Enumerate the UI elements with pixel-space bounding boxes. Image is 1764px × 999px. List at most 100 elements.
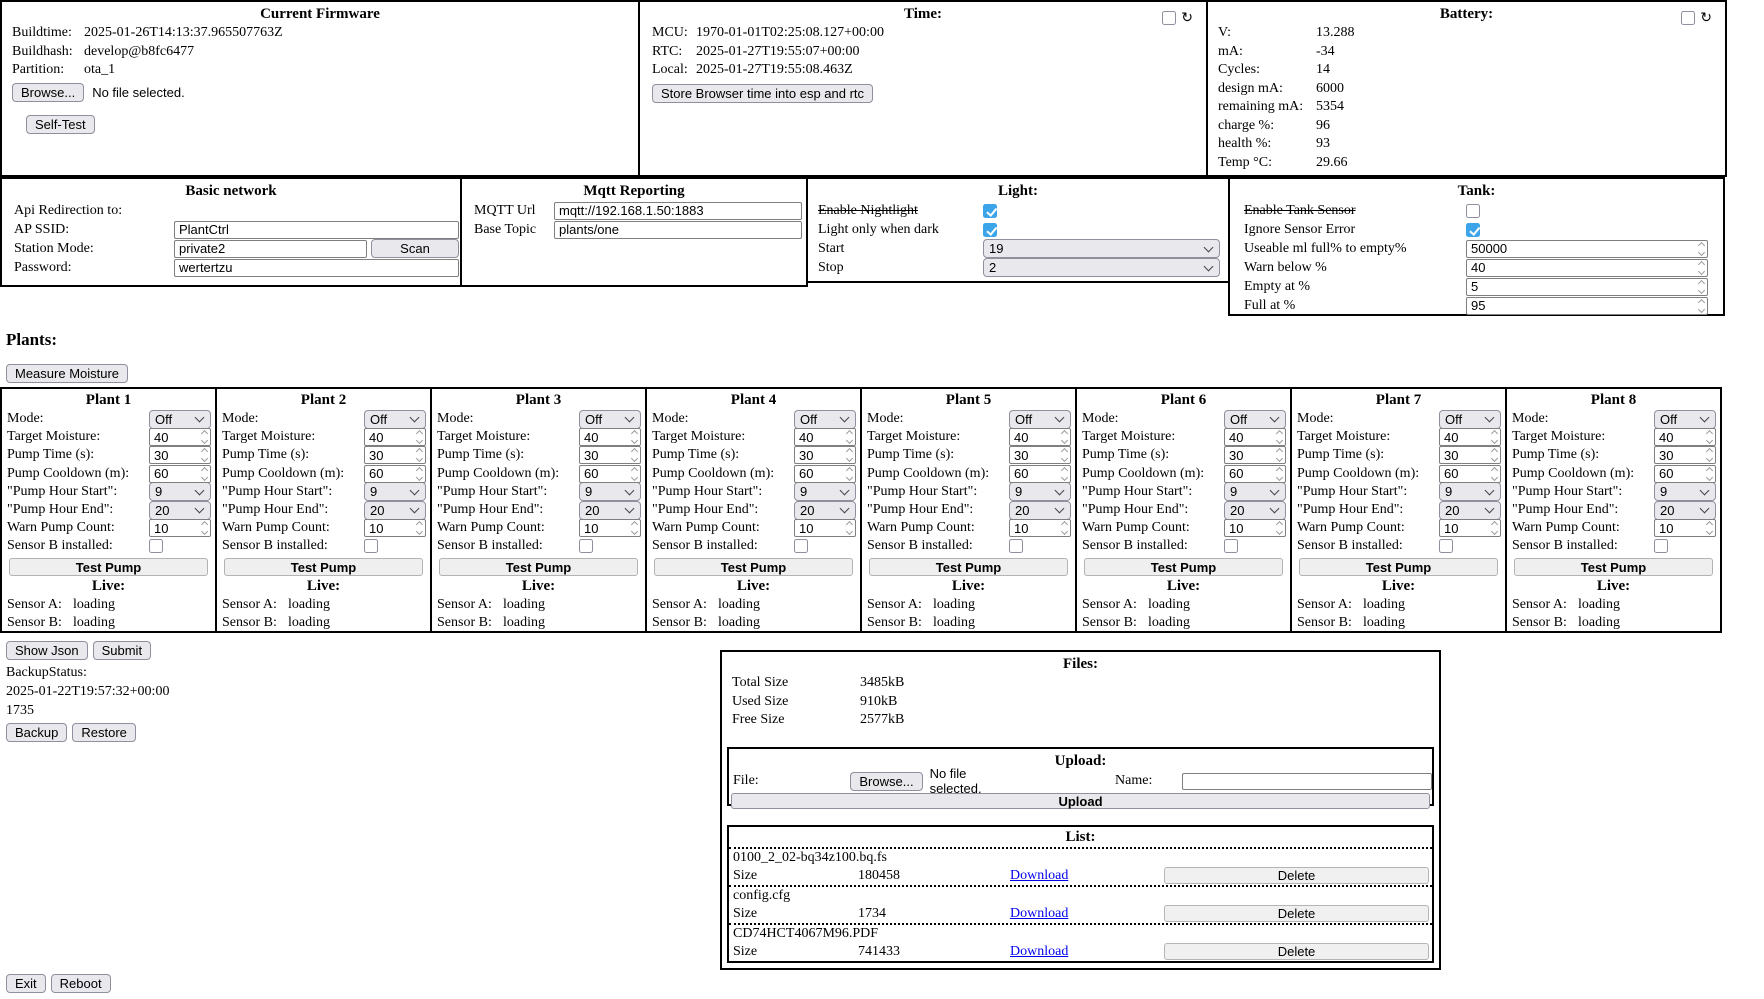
plant-target-input[interactable]	[364, 428, 426, 446]
spinner-icon[interactable]	[1707, 522, 1712, 534]
test-pump-button[interactable]: Test Pump	[869, 558, 1068, 576]
password-input[interactable]	[174, 259, 459, 277]
plant-target-input[interactable]	[579, 428, 641, 446]
plant-cooldown-input[interactable]	[579, 465, 641, 483]
plant-pump-time-input[interactable]	[1654, 446, 1716, 464]
tank-ignore-checkbox[interactable]	[1466, 223, 1480, 237]
tank-number-input[interactable]	[1466, 259, 1708, 277]
plant-warn-input[interactable]	[579, 519, 641, 537]
spinner-icon[interactable]	[1062, 449, 1067, 461]
spinner-icon[interactable]	[1062, 468, 1067, 480]
plant-hour-start-select[interactable]: 9	[149, 482, 211, 501]
plant-sensor-b-checkbox[interactable]	[364, 539, 378, 553]
refresh-icon[interactable]: ↻	[1181, 11, 1193, 25]
plant-mode-select[interactable]: Off	[364, 410, 426, 429]
plant-warn-input[interactable]	[1654, 519, 1716, 537]
spinner-icon[interactable]	[202, 449, 207, 461]
nightlight-checkbox[interactable]	[983, 204, 997, 218]
spinner-icon[interactable]	[1492, 468, 1497, 480]
plant-pump-time-input[interactable]	[794, 446, 856, 464]
upload-name-input[interactable]	[1182, 773, 1432, 790]
spinner-icon[interactable]	[1492, 522, 1497, 534]
plant-cooldown-input[interactable]	[1654, 465, 1716, 483]
plant-pump-time-input[interactable]	[1439, 446, 1501, 464]
plant-sensor-b-checkbox[interactable]	[1224, 539, 1238, 553]
spinner-icon[interactable]	[632, 431, 637, 443]
plant-sensor-b-checkbox[interactable]	[1439, 539, 1453, 553]
plant-hour-end-select[interactable]: 20	[1654, 501, 1716, 520]
spinner-icon[interactable]	[1277, 431, 1282, 443]
plant-cooldown-input[interactable]	[149, 465, 211, 483]
station-mode-input[interactable]	[174, 240, 367, 258]
spinner-icon[interactable]	[632, 468, 637, 480]
plant-mode-select[interactable]: Off	[149, 410, 211, 429]
plant-pump-time-input[interactable]	[149, 446, 211, 464]
plant-mode-select[interactable]: Off	[1654, 410, 1716, 429]
plant-pump-time-input[interactable]	[364, 446, 426, 464]
plant-mode-select[interactable]: Off	[579, 410, 641, 429]
spinner-icon[interactable]	[202, 468, 207, 480]
scan-button[interactable]: Scan	[371, 239, 459, 258]
plant-hour-end-select[interactable]: 20	[364, 501, 426, 520]
spinner-icon[interactable]	[847, 449, 852, 461]
battery-auto-refresh-checkbox[interactable]	[1681, 11, 1695, 25]
plant-hour-end-select[interactable]: 20	[1224, 501, 1286, 520]
download-link[interactable]: Download	[1010, 906, 1068, 922]
plant-pump-time-input[interactable]	[1009, 446, 1071, 464]
plant-cooldown-input[interactable]	[1439, 465, 1501, 483]
plant-hour-start-select[interactable]: 9	[1224, 482, 1286, 501]
tank-field-input[interactable]	[1466, 259, 1708, 277]
tank-number-input[interactable]	[1466, 297, 1708, 315]
self-test-button[interactable]: Self-Test	[26, 115, 95, 134]
plant-cooldown-input[interactable]	[794, 465, 856, 483]
spinner-icon[interactable]	[847, 431, 852, 443]
spinner-icon[interactable]	[1707, 449, 1712, 461]
spinner-icon[interactable]	[202, 522, 207, 534]
upload-button[interactable]: Upload	[731, 793, 1430, 809]
plant-warn-input[interactable]	[1009, 519, 1071, 537]
plant-hour-end-select[interactable]: 20	[149, 501, 211, 520]
delete-button[interactable]: Delete	[1164, 943, 1429, 960]
mqtt-url-input[interactable]	[554, 202, 802, 220]
plant-target-input[interactable]	[1439, 428, 1501, 446]
spinner-icon[interactable]	[1699, 300, 1704, 312]
plant-sensor-b-checkbox[interactable]	[1009, 539, 1023, 553]
plant-cooldown-input[interactable]	[1009, 465, 1071, 483]
test-pump-button[interactable]: Test Pump	[1299, 558, 1498, 576]
spinner-icon[interactable]	[632, 522, 637, 534]
test-pump-button[interactable]: Test Pump	[1084, 558, 1283, 576]
plant-hour-start-select[interactable]: 9	[579, 482, 641, 501]
spinner-icon[interactable]	[1277, 468, 1282, 480]
tank-number-input[interactable]	[1466, 278, 1708, 296]
spinner-icon[interactable]	[202, 431, 207, 443]
spinner-icon[interactable]	[417, 522, 422, 534]
plant-target-input[interactable]	[1224, 428, 1286, 446]
spinner-icon[interactable]	[1707, 468, 1712, 480]
plant-hour-start-select[interactable]: 9	[364, 482, 426, 501]
test-pump-button[interactable]: Test Pump	[224, 558, 423, 576]
tank-field-input[interactable]	[1466, 240, 1708, 258]
firmware-browse-button[interactable]: Browse...	[12, 83, 84, 102]
plant-warn-input[interactable]	[1224, 519, 1286, 537]
plant-mode-select[interactable]: Off	[1009, 410, 1071, 429]
store-browser-time-button[interactable]: Store Browser time into esp and rtc	[652, 84, 873, 103]
download-link[interactable]: Download	[1010, 868, 1068, 884]
download-link[interactable]: Download	[1010, 944, 1068, 960]
plant-hour-end-select[interactable]: 20	[1439, 501, 1501, 520]
tank-field-input[interactable]	[1466, 297, 1708, 315]
exit-button[interactable]: Exit	[6, 974, 46, 993]
plant-mode-select[interactable]: Off	[1439, 410, 1501, 429]
spinner-icon[interactable]	[847, 468, 852, 480]
tank-number-input[interactable]	[1466, 240, 1708, 258]
test-pump-button[interactable]: Test Pump	[1514, 558, 1713, 576]
spinner-icon[interactable]	[1492, 449, 1497, 461]
plant-cooldown-input[interactable]	[1224, 465, 1286, 483]
plant-target-input[interactable]	[794, 428, 856, 446]
plant-target-input[interactable]	[149, 428, 211, 446]
spinner-icon[interactable]	[632, 449, 637, 461]
plant-sensor-b-checkbox[interactable]	[1654, 539, 1668, 553]
spinner-icon[interactable]	[1699, 262, 1704, 274]
plant-sensor-b-checkbox[interactable]	[149, 539, 163, 553]
show-json-button[interactable]: Show Json	[6, 641, 88, 660]
plant-hour-end-select[interactable]: 20	[794, 501, 856, 520]
